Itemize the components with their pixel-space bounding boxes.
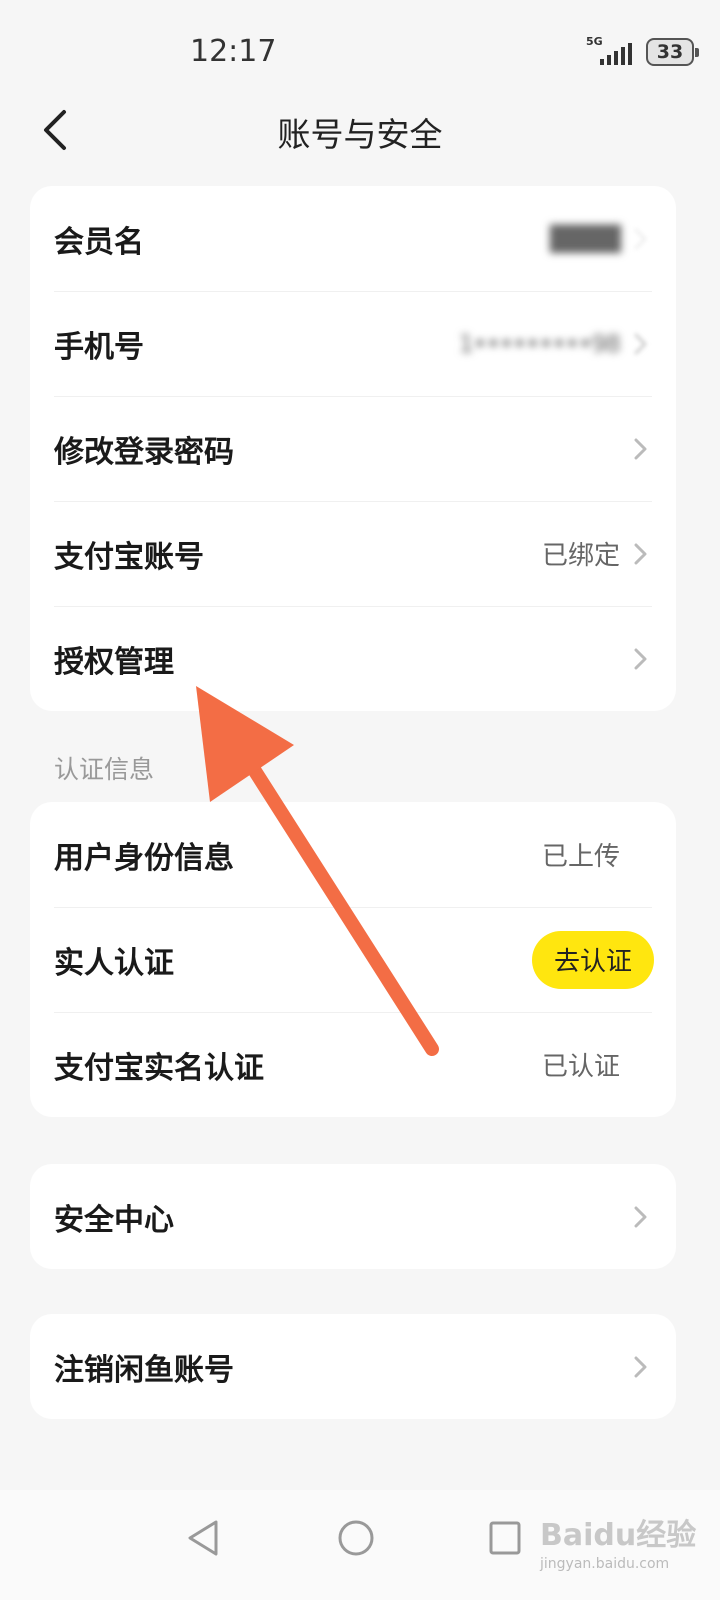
battery-level: 33: [656, 41, 684, 63]
chevron-right-icon: [634, 228, 647, 249]
row-label: 修改登录密码: [54, 434, 234, 470]
chevron-right-icon: [634, 438, 647, 459]
verify-button[interactable]: 去认证: [531, 930, 654, 989]
account-card: 会员名 ████ 手机号 1•••••••••98 修改登录密码 支付宝账号 已…: [30, 186, 676, 711]
watermark-logo: Baidu经验: [540, 1518, 697, 1553]
chevron-right-icon: [634, 543, 647, 564]
chevron-right-icon: [634, 648, 647, 669]
section-label-verification: 认证信息: [54, 755, 155, 784]
row-identity-info[interactable]: 用户身份信息 已上传: [30, 802, 676, 907]
row-label: 支付宝账号: [54, 539, 204, 575]
nav-header: 账号与安全: [0, 90, 720, 170]
row-alipay-realname[interactable]: 支付宝实名认证 已认证: [30, 1012, 676, 1117]
row-label: 支付宝实名认证: [54, 1050, 264, 1086]
status-bar: 12:17 5G 33: [0, 0, 720, 100]
row-alipay-account[interactable]: 支付宝账号 已绑定: [30, 501, 676, 606]
row-phone[interactable]: 手机号 1•••••••••98: [30, 291, 676, 396]
watermark: Baidu经验 jingyan.baidu.com: [540, 1502, 710, 1582]
row-label: 用户身份信息: [54, 840, 234, 876]
row-label: 授权管理: [54, 644, 174, 680]
watermark-url: jingyan.baidu.com: [540, 1556, 670, 1572]
row-label: 注销闲鱼账号: [54, 1352, 234, 1388]
phone-value: 1•••••••••98: [458, 329, 621, 358]
row-security-center[interactable]: 安全中心: [30, 1164, 676, 1269]
signal-icon: 5G: [586, 35, 636, 67]
status-indicators: 5G 33: [586, 35, 699, 68]
battery-icon: 33: [646, 38, 699, 66]
row-authorization[interactable]: 授权管理: [30, 606, 676, 711]
nav-back-icon[interactable]: [186, 1518, 220, 1558]
nav-recents-icon[interactable]: [488, 1518, 522, 1558]
row-cancel-account[interactable]: 注销闲鱼账号: [30, 1314, 676, 1419]
row-label: 手机号: [54, 329, 144, 365]
row-label: 会员名: [54, 224, 144, 260]
alipay-status: 已绑定: [541, 541, 620, 571]
row-member-name[interactable]: 会员名 ████: [30, 186, 676, 291]
row-face-verification: 实人认证 去认证: [30, 907, 676, 1012]
row-change-password[interactable]: 修改登录密码: [30, 396, 676, 501]
status-time: 12:17: [190, 34, 277, 69]
row-label: 安全中心: [54, 1202, 174, 1238]
chevron-right-icon: [634, 1356, 647, 1377]
page-title: 账号与安全: [277, 115, 443, 154]
realname-status: 已认证: [541, 1052, 620, 1082]
chevron-right-icon: [634, 1206, 647, 1227]
security-center-card: 安全中心: [30, 1164, 676, 1269]
chevron-right-icon: [634, 333, 647, 354]
cancel-account-card: 注销闲鱼账号: [30, 1314, 676, 1419]
member-name-value: ████: [550, 224, 621, 253]
verification-card: 用户身份信息 已上传 实人认证 去认证 支付宝实名认证 已认证: [30, 802, 676, 1117]
nav-home-icon[interactable]: [336, 1518, 376, 1558]
row-label: 实人认证: [54, 945, 174, 981]
identity-status: 已上传: [541, 842, 620, 872]
